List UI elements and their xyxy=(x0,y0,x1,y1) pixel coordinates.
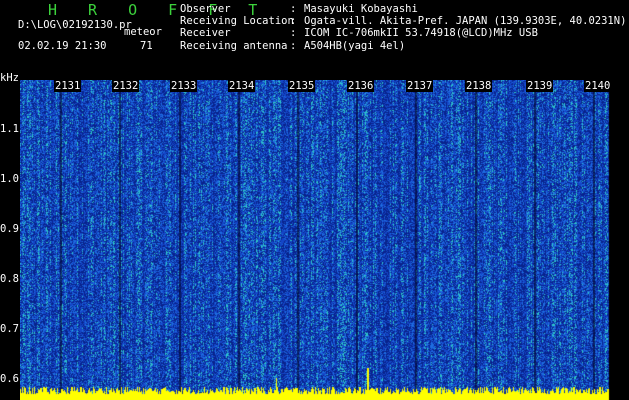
spectrogram-plot xyxy=(20,80,615,400)
info-row-observer: Observer : Masayuki Kobayashi xyxy=(180,3,626,15)
info-value: ICOM IC-706mkII 53.74918(@LCD)MHz USB xyxy=(304,27,538,40)
freq-tick-label: 0.7 xyxy=(0,323,19,335)
freq-tick-label: 0.6 xyxy=(0,373,19,385)
detection-count: 71 xyxy=(140,40,153,52)
freq-tick-label: 0.8 xyxy=(0,273,19,285)
mode-label: meteor xyxy=(124,26,162,38)
info-value: A504HB(yagi 4el) xyxy=(304,39,406,52)
station-info: Observer : Masayuki Kobayashi Receiving … xyxy=(180,3,626,52)
freq-tick-label: 1.1 xyxy=(0,123,19,135)
info-separator: : xyxy=(290,3,297,15)
freq-tick-label: 0.9 xyxy=(0,223,19,235)
info-value: Ogata-vill. Akita-Pref. JAPAN (139.9303E… xyxy=(304,15,627,28)
info-label: Receiving Location xyxy=(180,15,294,28)
info-label: Receiving antenna xyxy=(180,39,288,52)
spectrogram-canvas xyxy=(20,80,615,400)
info-row-receiver: Receiver : ICOM IC-706mkII 53.74918(@LCD… xyxy=(180,27,626,39)
info-row-location: Receiving Location : Ogata-vill. Akita-P… xyxy=(180,15,626,27)
date-time: 02.02.19 21:30 xyxy=(18,40,107,52)
info-value: Masayuki Kobayashi xyxy=(304,3,418,15)
unit-label: kHz xyxy=(0,72,19,84)
info-separator: : xyxy=(290,27,297,40)
info-label: Observer xyxy=(180,3,231,15)
info-row-antenna: Receiving antenna : A504HB(yagi 4el) xyxy=(180,40,626,52)
frequency-axis: 1.1 1.0 0.9 0.8 0.7 0.6 xyxy=(0,80,20,400)
info-separator: : xyxy=(290,15,297,28)
info-label: Receiver xyxy=(180,27,231,40)
header-panel: H R O F F T D:\LOG\02192130.pr meteor 02… xyxy=(0,0,629,80)
log-path: D:\LOG\02192130.pr xyxy=(18,19,132,31)
freq-tick-label: 1.0 xyxy=(0,173,19,185)
info-separator: : xyxy=(290,39,297,52)
